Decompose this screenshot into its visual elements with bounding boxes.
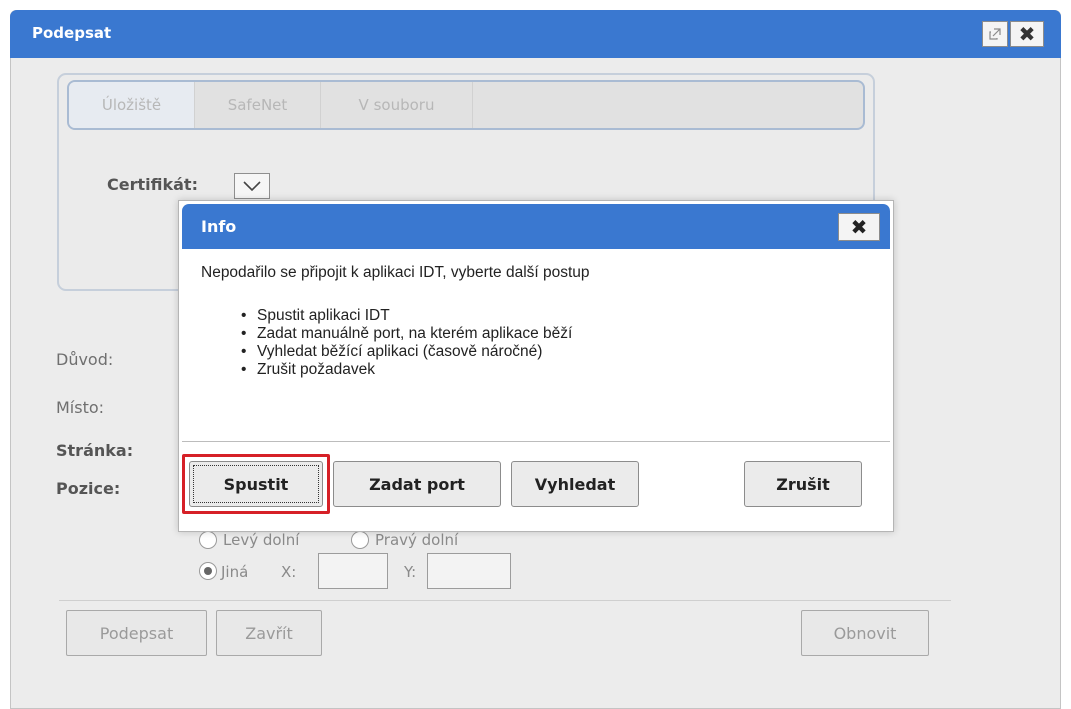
radio-bottom-right[interactable] [351, 531, 369, 549]
tab-file[interactable]: V souboru [321, 82, 473, 128]
page-label: Stránka: [56, 441, 134, 460]
y-label: Y: [404, 563, 417, 581]
info-divider [182, 441, 890, 442]
radio-bottom-left-label: Levý dolní [223, 531, 300, 549]
info-dialog-title: Info [201, 217, 237, 236]
position-label: Pozice: [56, 479, 121, 498]
radio-other[interactable] [199, 562, 217, 580]
popout-button[interactable] [982, 21, 1008, 47]
certificate-source-tabs: Úložiště SafeNet V souboru [67, 80, 865, 130]
refresh-button[interactable]: Obnovit [801, 610, 929, 656]
info-close-button[interactable]: ✖ [838, 213, 880, 241]
list-item: Vyhledat běžící aplikaci (časově náročné… [241, 343, 572, 361]
close-button[interactable]: Zavřít [216, 610, 322, 656]
sign-dialog-titlebar[interactable]: Podepsat ✖ [10, 10, 1061, 58]
y-input[interactable] [427, 553, 511, 589]
radio-bottom-right-label: Pravý dolní [375, 531, 459, 549]
enter-port-button[interactable]: Zadat port [333, 461, 501, 507]
popout-icon [989, 28, 1001, 40]
info-options-list: Spustit aplikaci IDT Zadat manuálně port… [241, 307, 572, 379]
certificate-label: Certifikát: [107, 175, 198, 194]
footer-divider [59, 600, 951, 601]
search-button[interactable]: Vyhledat [511, 461, 639, 507]
close-icon: ✖ [1018, 22, 1036, 46]
reason-label: Důvod: [56, 350, 114, 369]
tab-safenet[interactable]: SafeNet [195, 82, 321, 128]
x-label: X: [281, 563, 297, 581]
sign-button[interactable]: Podepsat [66, 610, 207, 656]
sign-dialog-close-button[interactable]: ✖ [1010, 21, 1044, 47]
radio-other-label: Jiná [221, 563, 249, 581]
info-dialog-titlebar[interactable]: Info ✖ [182, 204, 890, 249]
close-icon: ✖ [850, 215, 868, 239]
start-button[interactable]: Spustit [189, 461, 323, 507]
info-message: Nepodařilo se připojit k aplikaci IDT, v… [201, 264, 590, 281]
list-item: Zadat manuálně port, na kterém aplikace … [241, 325, 572, 343]
cancel-button[interactable]: Zrušit [744, 461, 862, 507]
tab-storage[interactable]: Úložiště [69, 82, 195, 128]
place-label: Místo: [56, 398, 105, 417]
sign-dialog-title: Podepsat [32, 24, 112, 42]
list-item: Zrušit požadavek [241, 361, 572, 379]
certificate-select[interactable] [234, 173, 270, 199]
radio-bottom-left[interactable] [199, 531, 217, 549]
info-dialog: Info ✖ Nepodařilo se připojit k aplikaci… [178, 200, 894, 532]
list-item: Spustit aplikaci IDT [241, 307, 572, 325]
x-input[interactable] [318, 553, 388, 589]
chevron-down-icon [243, 181, 261, 191]
